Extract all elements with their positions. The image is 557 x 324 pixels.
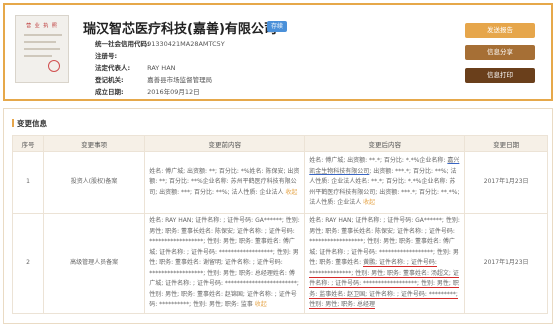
info-row-reg-number: 注册号: — [95, 50, 145, 60]
header-date: 变更日期 — [464, 135, 548, 152]
info-label: 法定代表人: — [95, 64, 131, 72]
company-header-card: 营 业 执 照 瑞汉智芯医疗科技(嘉善)有限公司 存续 统一社会信用代码: 91… — [3, 3, 553, 101]
license-title-graphic: 营 业 执 照 — [26, 23, 58, 29]
collapse-link[interactable]: 收起 — [285, 189, 297, 196]
send-report-button[interactable]: 发送报告 — [465, 23, 535, 38]
info-label: 注册号: — [95, 52, 118, 60]
row-before-cell: 姓名: RAY HAN; 证件名称: ; 证件号码: GA******; 性别:… — [144, 213, 306, 314]
company-name: 瑞汉智芯医疗科技(嘉善)有限公司 — [83, 22, 277, 37]
table-row: 1 投资人(股权)备案 姓名: 傅广城; 出资额: **; 百分比: *%姓名:… — [12, 151, 548, 214]
license-line — [24, 41, 56, 43]
row-before-text: 姓名: 傅广城; 出资额: **; 百分比: *%姓名: 陈保安; 出资额: *… — [149, 167, 300, 196]
header-after: 变更后内容 — [304, 135, 466, 152]
share-info-button[interactable]: 信息分享 — [465, 45, 535, 60]
info-value: 嘉善县市场监督管理局 — [147, 76, 213, 84]
info-row-authority: 登记机关: 嘉善县市场监督管理局 — [95, 74, 212, 84]
change-info-section: 变更信息 序号 变更事项 变更前内容 变更后内容 变更日期 1 投资人(股权)备… — [3, 108, 553, 324]
table-row: 2 高级管理人员备案 姓名: RAY HAN; 证件名称: ; 证件号码: GA… — [12, 213, 548, 314]
license-line — [24, 55, 52, 57]
row-item: 投资人(股权)备案 — [42, 151, 146, 214]
row-after-cell: 姓名: RAY HAN; 证件名称: ; 证件号码: GA******; 性别:… — [304, 213, 466, 314]
header-item: 变更事项 — [42, 135, 146, 152]
row-after-highlight: 黄鹏; 证件名称: ; 证件号码: **************; 性别: 男性… — [309, 259, 459, 309]
business-license-image[interactable]: 营 业 执 照 — [15, 15, 69, 83]
license-seal-icon — [48, 60, 60, 72]
row-after-text: 姓名: 傅广城; 出资额: **.*; 百分比: *.*%企业名称: — [309, 157, 448, 165]
row-after-cell: 姓名: 傅广城; 出资额: **.*; 百分比: *.*%企业名称: 嘉兴凯金生… — [304, 151, 466, 214]
row-item: 高级管理人员备案 — [42, 213, 146, 314]
row-date: 2017年1月23日 — [464, 151, 548, 214]
info-row-legal-rep: 法定代表人: RAY HAN — [95, 62, 176, 72]
license-line — [24, 48, 60, 50]
info-label: 登记机关: — [95, 76, 124, 84]
section-title: 变更信息 — [12, 118, 47, 129]
info-label: 成立日期: — [95, 88, 124, 96]
row-num: 2 — [12, 213, 44, 314]
print-info-button[interactable]: 信息打印 — [465, 68, 535, 83]
info-label: 统一社会信用代码: — [95, 40, 150, 48]
info-value: RAY HAN — [147, 64, 176, 72]
change-table: 序号 变更事项 变更前内容 变更后内容 变更日期 1 投资人(股权)备案 姓名:… — [12, 135, 548, 314]
collapse-link[interactable]: 收起 — [255, 301, 267, 308]
row-num: 1 — [12, 151, 44, 214]
row-before-text: 姓名: RAY HAN; 证件名称: ; 证件号码: GA******; 性别:… — [149, 217, 300, 308]
info-row-founded: 成立日期: 2016年09月12日 — [95, 86, 200, 96]
info-value: 91330421MA28AMTC5Y — [147, 40, 225, 48]
status-badge: 存续 — [267, 21, 288, 32]
row-date: 2017年1月23日 — [464, 213, 548, 314]
table-header-row: 序号 变更事项 变更前内容 变更后内容 变更日期 — [12, 135, 548, 152]
info-row-credit-code: 统一社会信用代码: 91330421MA28AMTC5Y — [95, 38, 225, 48]
info-value: 2016年09月12日 — [147, 88, 200, 96]
collapse-link[interactable]: 收起 — [363, 199, 375, 206]
row-before-cell: 姓名: 傅广城; 出资额: **; 百分比: *%姓名: 陈保安; 出资额: *… — [144, 151, 306, 214]
header-before: 变更前内容 — [144, 135, 306, 152]
license-line — [24, 34, 62, 36]
header-num: 序号 — [12, 135, 44, 152]
